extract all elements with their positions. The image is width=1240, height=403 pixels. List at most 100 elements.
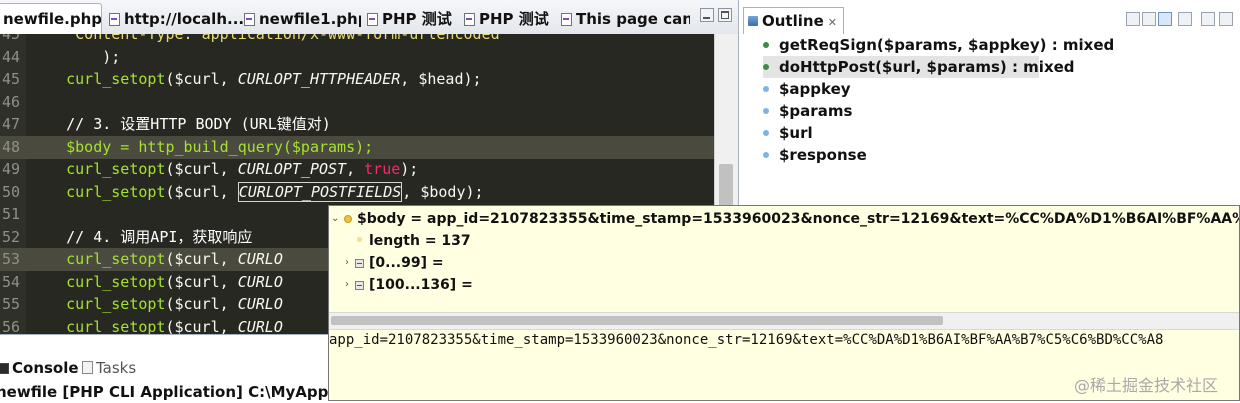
view-menu-icon[interactable]	[1178, 12, 1192, 26]
collapse-all-icon[interactable]	[1126, 12, 1140, 26]
variable-icon	[344, 215, 352, 223]
php-file-icon	[108, 12, 120, 26]
tab-console[interactable]: Console	[0, 355, 79, 381]
expanded-chevron-icon[interactable]: ⌄	[331, 208, 339, 230]
code-line[interactable]: 44 );	[0, 46, 714, 69]
code-text: // 4. 调用API，获取响应	[30, 226, 252, 249]
php-file-icon	[366, 12, 378, 26]
close-icon[interactable]: ✕	[828, 16, 837, 29]
variable-detail-pane: app_id=2107823355&time_stamp=1533960023&…	[329, 332, 1164, 348]
code-line[interactable]: 48 $body = http_build_query($params);	[0, 135, 714, 159]
code-line[interactable]: 45 'Content-Type: application/x-www-form…	[0, 34, 714, 46]
minimize-icon[interactable]	[1201, 12, 1215, 26]
code-text: curl_setopt($curl, CURLO	[30, 248, 283, 271]
php-file-icon	[463, 12, 475, 26]
tab-php-test-2[interactable]: PHP 测试	[463, 3, 555, 34]
editor-tab-bar: newfile.php ✕ http://localh... newfile1.…	[0, 0, 738, 35]
code-token: CURLOPT_POST	[237, 160, 347, 178]
tab-this-page-can[interactable]: This page can...	[560, 3, 690, 34]
code-token: ,	[346, 160, 365, 178]
line-number: 46	[1, 92, 20, 111]
code-token: );	[400, 160, 419, 178]
line-number: 56	[1, 317, 20, 335]
line-number: 50	[1, 182, 20, 201]
code-token: CURLOPT_HTTPHEADER	[237, 70, 401, 88]
variable-icon	[763, 108, 769, 114]
code-token: CURLO	[237, 317, 283, 335]
code-token: // 4. 调用API，获取响应	[30, 227, 253, 246]
minimize-icon[interactable]	[700, 8, 714, 22]
collapsed-chevron-icon[interactable]: ›	[345, 274, 349, 296]
scrollbar-thumb[interactable]	[331, 316, 943, 325]
tab-label: newfile1.php	[259, 9, 361, 28]
literal-icon	[357, 237, 362, 242]
line-number: 44	[1, 47, 20, 66]
code-token: curl_setopt	[66, 295, 166, 313]
outline-item-dohttppost[interactable]: doHttpPost($url, $params) : mixed	[763, 56, 1075, 78]
tab-newfile-php[interactable]: newfile.php ✕	[0, 3, 102, 34]
code-token: CURLO	[237, 295, 283, 313]
popup-horizontal-scrollbar[interactable]	[329, 312, 1239, 330]
tab-label: PHP 测试	[479, 10, 549, 28]
watermark: @稀土掘金技术社区	[1074, 376, 1219, 395]
code-token: // 3. 设置HTTP BODY (URL键值对)	[30, 115, 331, 133]
outline-title: Outline	[762, 12, 824, 30]
code-line[interactable]: 46	[0, 91, 714, 114]
tab-label: PHP 测试	[382, 10, 452, 28]
maximize-icon[interactable]	[718, 8, 732, 22]
sort-icon[interactable]	[1142, 12, 1156, 26]
php-file-icon	[560, 12, 572, 26]
tab-php-test-1[interactable]: PHP 测试	[366, 3, 458, 34]
code-token: true	[364, 160, 401, 178]
collapsed-chevron-icon[interactable]: ›	[345, 252, 349, 274]
tab-outline[interactable]: Outline ✕	[743, 7, 844, 34]
code-line[interactable]: 47 // 3. 设置HTTP BODY (URL键值对)	[0, 113, 714, 136]
line-number: 55	[1, 295, 20, 313]
code-token: curl_setopt	[66, 160, 166, 178]
php-file-icon	[243, 12, 255, 26]
code-token: CURLOPT_POSTFIELDS	[237, 181, 403, 202]
outline-header: Outline ✕	[739, 4, 1240, 34]
code-text: curl_setopt($curl, CURLOPT_POSTFIELDS, $…	[30, 181, 484, 204]
console-tab-label: Console	[12, 359, 79, 377]
code-line[interactable]: 49 curl_setopt($curl, CURLOPT_POST, true…	[0, 158, 714, 181]
code-token: $body =	[30, 137, 139, 156]
variable-icon	[763, 152, 769, 158]
code-text: // 3. 设置HTTP BODY (URL键值对)	[30, 113, 331, 136]
code-line[interactable]: 45 curl_setopt($curl, CURLOPT_HTTPHEADER…	[0, 68, 714, 91]
scrollbar-thumb[interactable]	[719, 164, 733, 210]
tab-label: http://localh...	[124, 9, 245, 28]
line-number: 45	[1, 70, 20, 88]
code-token: 'Content-Type: application/x-www-form-ur…	[30, 34, 509, 43]
link-with-editor-icon[interactable]	[1158, 12, 1172, 26]
maximize-icon[interactable]	[1219, 12, 1233, 26]
code-token: curl_setopt	[66, 70, 166, 88]
code-token: );	[30, 47, 121, 66]
code-token: curl_setopt	[66, 272, 166, 291]
code-token: CURLO	[237, 250, 283, 268]
tab-newfile1-php[interactable]: newfile1.php	[243, 3, 361, 34]
array-icon	[355, 259, 364, 268]
variable-icon	[763, 130, 769, 136]
code-text: curl_setopt($curl, CURLO	[30, 271, 283, 294]
code-line[interactable]: 50 curl_setopt($curl, CURLOPT_POSTFIELDS…	[0, 181, 714, 204]
tab-tasks[interactable]: Tasks	[82, 355, 136, 381]
function-icon	[763, 64, 769, 70]
line-number: 53	[1, 250, 20, 268]
console-view: Console Tasks newfile [PHP CLI Applicati…	[0, 334, 390, 402]
tasks-tab-label: Tasks	[96, 359, 137, 377]
line-number: 51	[1, 205, 20, 223]
tab-localhost[interactable]: http://localh...	[108, 3, 248, 34]
code-text: 'Content-Type: application/x-www-form-ur…	[30, 34, 509, 46]
outline-item-label: $appkey	[779, 80, 851, 98]
tasks-icon	[82, 361, 93, 374]
tab-label: newfile.php	[3, 10, 102, 28]
function-icon	[763, 42, 769, 48]
